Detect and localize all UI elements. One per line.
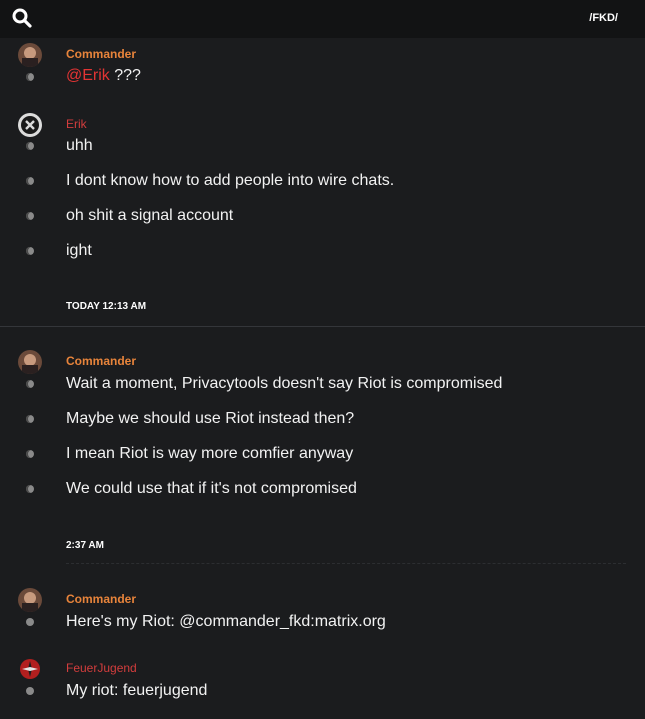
message-text: ight	[66, 242, 92, 259]
top-bar: /FKD/	[0, 0, 645, 38]
time-divider	[66, 563, 626, 564]
mention[interactable]: @Erik	[66, 67, 110, 84]
avatar-erik[interactable]	[18, 113, 42, 137]
read-receipt-dot	[26, 73, 34, 81]
read-receipt-dot	[26, 485, 34, 493]
author-name[interactable]: Commander	[66, 47, 136, 61]
read-receipt-dot	[26, 212, 34, 220]
read-receipt-dot	[26, 415, 34, 423]
message-text: uhh	[66, 137, 93, 154]
message-text: @Erik ???	[66, 67, 141, 85]
channel-name: /FKD/	[589, 12, 618, 24]
read-receipt-dot	[26, 618, 34, 626]
message-text: Maybe we should use Riot instead then?	[66, 410, 355, 427]
timestamp: TODAY 12:13 AM	[66, 301, 147, 312]
message-text: Here's my Riot: @commander_fkd:matrix.or…	[66, 613, 386, 630]
message-text: oh shit a signal account	[66, 207, 234, 224]
day-divider	[0, 326, 645, 327]
read-receipt-dot	[26, 380, 34, 388]
search-icon[interactable]	[12, 8, 32, 28]
avatar-commander[interactable]	[18, 350, 42, 374]
message-text: I mean Riot is way more comfier anyway	[66, 445, 354, 462]
message-text: Wait a moment, Privacytools doesn't say …	[66, 375, 503, 392]
message-text: My riot: feuerjugend	[66, 682, 208, 699]
message-text: We could use that if it's not compromise…	[66, 480, 357, 497]
author-name[interactable]: FeuerJugend	[66, 661, 137, 675]
author-name[interactable]: Commander	[66, 592, 136, 606]
message-body: ???	[114, 67, 141, 84]
avatar-commander[interactable]	[18, 43, 42, 67]
read-receipt-dot	[26, 142, 34, 150]
avatar-feuerjugend[interactable]	[18, 657, 42, 681]
read-receipt-dot	[26, 247, 34, 255]
author-name[interactable]: Commander	[66, 354, 136, 368]
read-receipt-dot	[26, 450, 34, 458]
author-name[interactable]: Erik	[66, 117, 87, 131]
avatar-commander[interactable]	[18, 588, 42, 612]
read-receipt-dot	[26, 177, 34, 185]
timestamp: 2:37 AM	[66, 540, 104, 551]
read-receipt-dot	[26, 687, 34, 695]
message-text: I dont know how to add people into wire …	[66, 172, 395, 189]
